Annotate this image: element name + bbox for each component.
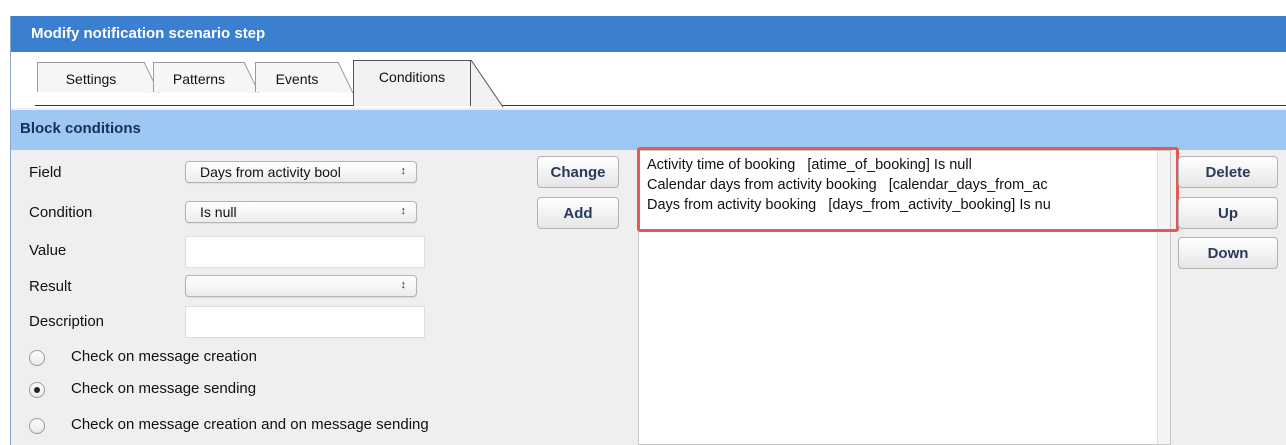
- radio-label: Check on message sending: [71, 380, 257, 397]
- description-input[interactable]: [185, 306, 425, 338]
- delete-button[interactable]: Delete: [1178, 156, 1278, 188]
- condition-label: Condition: [29, 204, 93, 221]
- description-label: Description: [29, 313, 105, 330]
- radio-check-creation-and-sending[interactable]: [29, 418, 45, 434]
- dialog-title: Modify notification scenario step: [11, 16, 1286, 52]
- dialog: Modify notification scenario step Settin…: [10, 16, 1286, 445]
- select-arrows-icon: ↕: [400, 165, 407, 177]
- tab-events-label: Events: [275, 71, 319, 87]
- tab-slant: [338, 62, 353, 93]
- radio-check-creation[interactable]: [29, 350, 45, 366]
- condition-select-value: Is null: [200, 204, 237, 220]
- tab-conditions-label: Conditions: [378, 69, 446, 85]
- value-label: Value: [29, 242, 67, 259]
- field-select[interactable]: Days from activity bool ↕: [185, 161, 417, 183]
- section-title: Block conditions: [11, 110, 1286, 150]
- tab-settings-label: Settings: [65, 71, 117, 87]
- up-button[interactable]: Up: [1178, 197, 1278, 229]
- tab-conditions[interactable]: Conditions: [353, 60, 503, 107]
- tab-divider: [35, 105, 1286, 106]
- tab-bar: Settings Patterns Events Conditions: [11, 52, 1286, 108]
- radio-label: Check on message creation and on message…: [71, 416, 429, 433]
- radio-label: Check on message creation: [71, 348, 257, 365]
- result-select[interactable]: ↕: [185, 275, 417, 297]
- tab-events[interactable]: Events: [255, 62, 353, 93]
- field-label: Field: [29, 164, 62, 181]
- change-button[interactable]: Change: [537, 156, 619, 188]
- result-label: Result: [29, 278, 72, 295]
- value-input[interactable]: [185, 236, 425, 268]
- radio-check-sending[interactable]: [29, 382, 45, 398]
- tab-patterns[interactable]: Patterns: [153, 62, 259, 93]
- tab-slant: [471, 60, 503, 107]
- add-button[interactable]: Add: [537, 197, 619, 229]
- highlight-box: [637, 147, 1179, 232]
- field-select-value: Days from activity bool: [200, 164, 341, 180]
- tab-patterns-label: Patterns: [172, 71, 226, 87]
- tab-settings[interactable]: Settings: [37, 62, 159, 93]
- down-button[interactable]: Down: [1178, 237, 1278, 269]
- condition-select[interactable]: Is null ↕: [185, 201, 417, 223]
- select-arrows-icon: ↕: [400, 279, 407, 291]
- select-arrows-icon: ↕: [400, 205, 407, 217]
